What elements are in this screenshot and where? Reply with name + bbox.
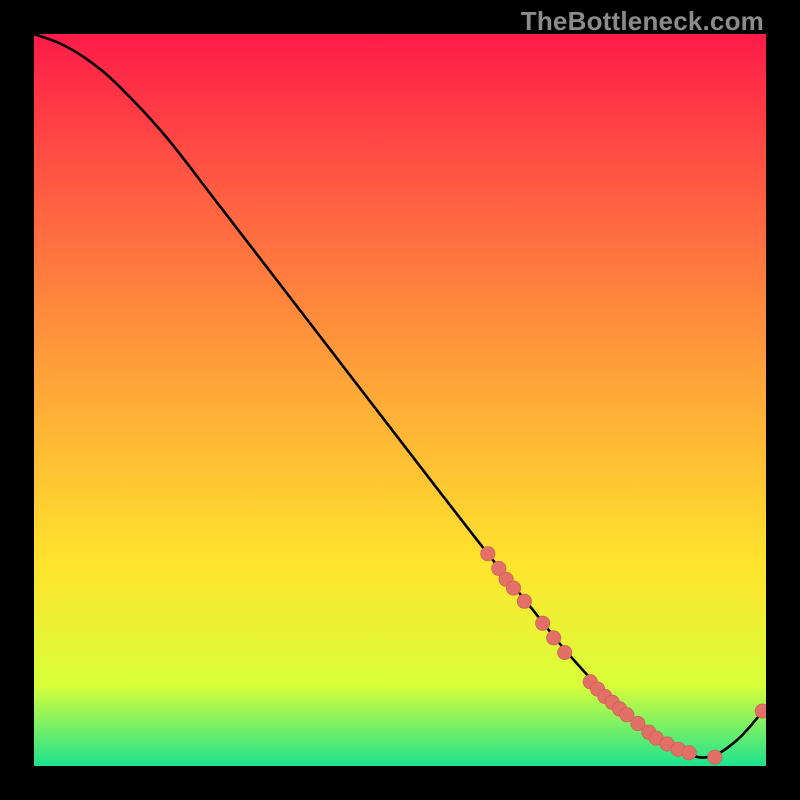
data-marker bbox=[506, 581, 520, 595]
data-marker bbox=[536, 616, 550, 630]
data-marker bbox=[682, 746, 696, 760]
data-marker bbox=[517, 594, 531, 608]
data-marker bbox=[481, 547, 495, 561]
chart-svg bbox=[34, 34, 766, 766]
data-marker bbox=[708, 750, 722, 764]
plot-area bbox=[34, 34, 766, 766]
data-marker bbox=[558, 645, 572, 659]
watermark-text: TheBottleneck.com bbox=[521, 6, 764, 37]
chart-frame: TheBottleneck.com bbox=[0, 0, 800, 800]
data-marker bbox=[547, 631, 561, 645]
